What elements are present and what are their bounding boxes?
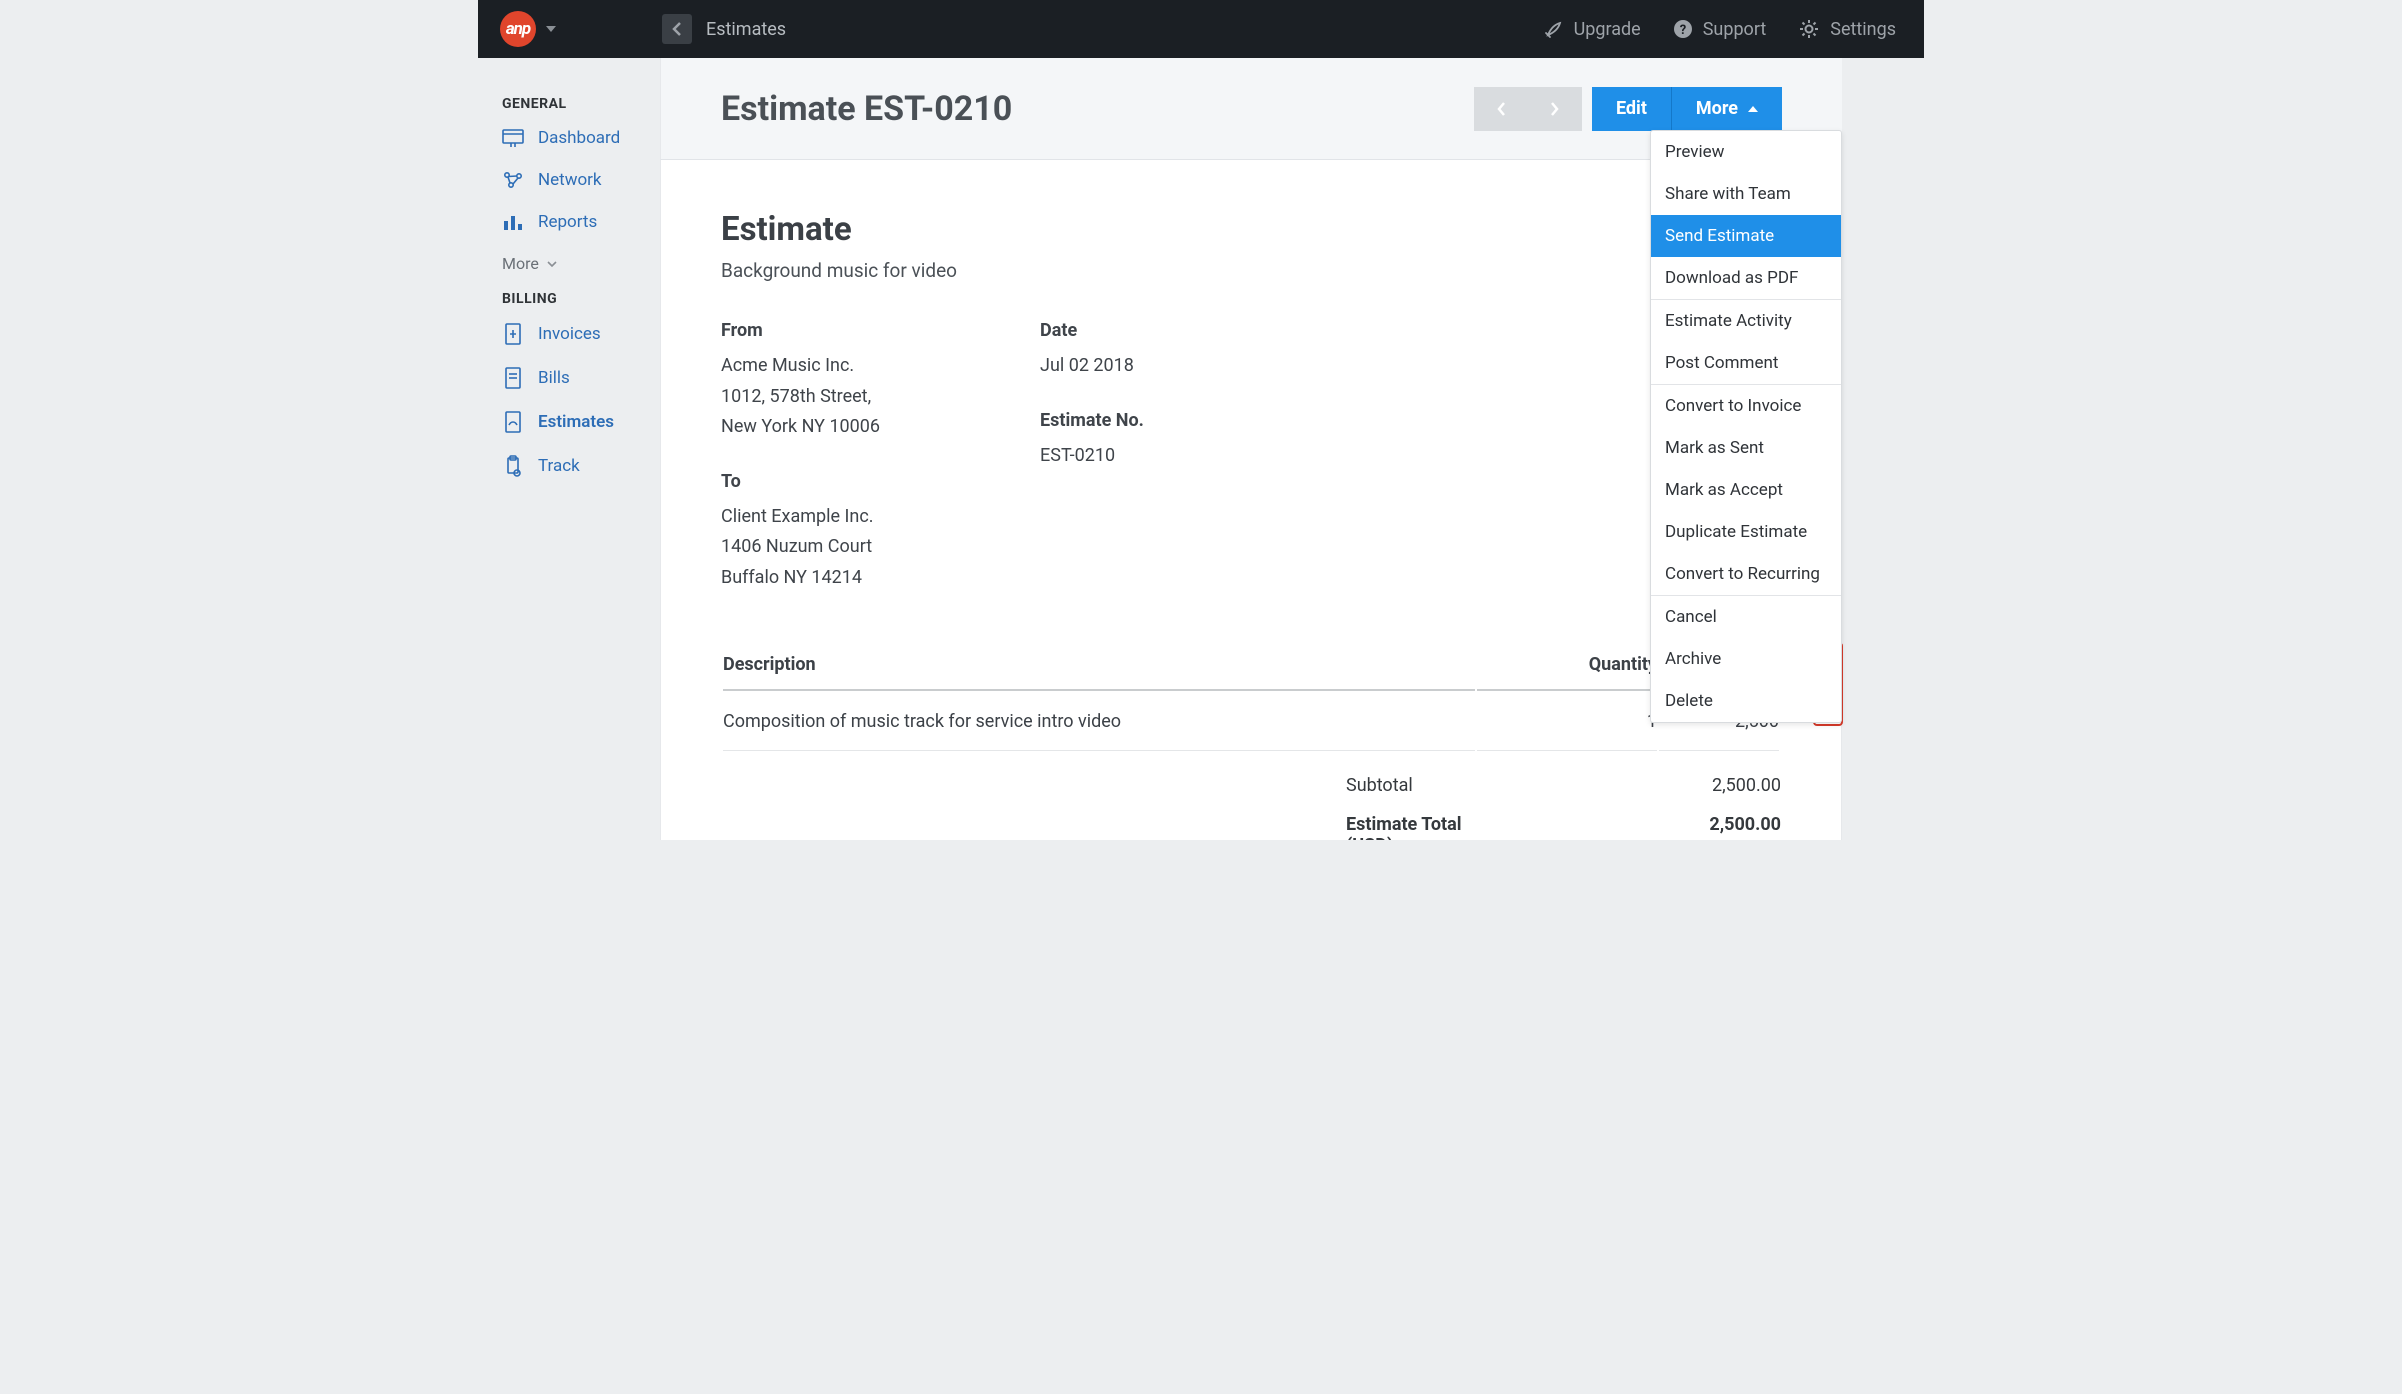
- sidebar-heading-general: GENERAL: [502, 96, 660, 112]
- prev-estimate-button[interactable]: [1474, 87, 1528, 131]
- more-menu: Preview Share with Team Send Estimate Do…: [1650, 130, 1842, 723]
- date-label: Date: [1040, 320, 1144, 341]
- chevron-left-icon: [1496, 101, 1506, 117]
- col-quantity: Quantity: [1477, 654, 1657, 691]
- menu-duplicate[interactable]: Duplicate Estimate: [1651, 511, 1841, 553]
- subtotal-label: Subtotal: [721, 775, 1471, 796]
- sidebar-item-estimates[interactable]: Estimates: [502, 411, 660, 433]
- menu-comment[interactable]: Post Comment: [1651, 342, 1841, 384]
- menu-mark-accept[interactable]: Mark as Accept: [1651, 469, 1841, 511]
- back-button[interactable]: [662, 14, 692, 44]
- menu-mark-sent[interactable]: Mark as Sent: [1651, 427, 1841, 469]
- sidebar-item-invoices[interactable]: Invoices: [502, 323, 660, 345]
- sidebar-more[interactable]: More: [502, 254, 660, 273]
- menu-cancel[interactable]: Cancel: [1651, 596, 1841, 638]
- menu-activity[interactable]: Estimate Activity: [1651, 300, 1841, 342]
- org-switcher-chevron-icon[interactable]: [546, 26, 556, 32]
- sidebar-heading-billing: BILLING: [502, 291, 660, 307]
- sidebar-item-track[interactable]: Track: [502, 455, 660, 477]
- menu-share[interactable]: Share with Team: [1651, 173, 1841, 215]
- menu-recurring[interactable]: Convert to Recurring: [1651, 553, 1841, 595]
- date-value: Jul 02 2018: [1040, 351, 1144, 382]
- chevron-up-icon: [1748, 106, 1758, 112]
- estimates-icon: [502, 411, 524, 433]
- menu-preview[interactable]: Preview: [1651, 131, 1841, 173]
- cell-quantity: 1: [1477, 693, 1657, 751]
- from-addr2: New York NY 10006: [721, 412, 880, 443]
- settings-link[interactable]: Settings: [1798, 18, 1896, 40]
- menu-archive[interactable]: Archive: [1651, 638, 1841, 680]
- help-icon: ?: [1673, 19, 1693, 39]
- track-icon: [502, 455, 524, 477]
- to-addr1: 1406 Nuzum Court: [721, 532, 880, 563]
- reports-icon: [502, 213, 524, 231]
- from-label: From: [721, 320, 880, 341]
- table-row: Composition of music track for service i…: [723, 693, 1779, 751]
- from-name: Acme Music Inc.: [721, 351, 880, 382]
- chevron-down-icon: [547, 261, 557, 267]
- sidebar-item-dashboard[interactable]: Dashboard: [502, 128, 660, 148]
- next-estimate-button[interactable]: [1528, 87, 1582, 131]
- sidebar-item-bills[interactable]: Bills: [502, 367, 660, 389]
- from-addr1: 1012, 578th Street,: [721, 382, 880, 413]
- to-name: Client Example Inc.: [721, 502, 880, 533]
- page-title: Estimate EST-0210: [721, 89, 1012, 129]
- chevron-right-icon: [1550, 101, 1560, 117]
- subtotal-value: 2,500.00: [1671, 775, 1781, 796]
- edit-button[interactable]: Edit: [1592, 87, 1671, 131]
- total-value: 2,500.00: [1671, 814, 1781, 840]
- invoices-icon: [502, 323, 524, 345]
- sidebar: GENERAL Dashboard Network Reports More B…: [478, 58, 660, 840]
- to-addr2: Buffalo NY 14214: [721, 563, 880, 594]
- rocket-icon: [1544, 19, 1564, 39]
- chevron-left-icon: [672, 22, 682, 36]
- menu-to-invoice[interactable]: Convert to Invoice: [1651, 385, 1841, 427]
- breadcrumb[interactable]: Estimates: [706, 19, 786, 40]
- svg-text:?: ?: [1680, 23, 1686, 38]
- dashboard-icon: [502, 129, 524, 147]
- line-items-table: Description Quantity R Composition of mu…: [721, 652, 1781, 753]
- bills-icon: [502, 367, 524, 389]
- estno-value: EST-0210: [1040, 441, 1144, 472]
- to-label: To: [721, 471, 880, 492]
- support-link[interactable]: ? Support: [1673, 19, 1767, 40]
- topbar: anp Estimates Upgrade ? Support Settings: [478, 0, 1924, 58]
- doc-subtitle: Background music for video: [721, 259, 1781, 282]
- gear-icon: [1798, 18, 1820, 40]
- upgrade-link[interactable]: Upgrade: [1544, 19, 1641, 40]
- network-icon: [502, 171, 524, 189]
- estno-label: Estimate No.: [1040, 410, 1144, 431]
- menu-pdf[interactable]: Download as PDF: [1651, 257, 1841, 299]
- cell-description: Composition of music track for service i…: [723, 693, 1475, 751]
- sidebar-item-network[interactable]: Network: [502, 170, 660, 190]
- app-logo[interactable]: anp: [500, 11, 536, 47]
- menu-send[interactable]: Send Estimate: [1651, 215, 1841, 257]
- sidebar-item-reports[interactable]: Reports: [502, 212, 660, 232]
- col-description: Description: [723, 654, 1475, 691]
- menu-delete[interactable]: Delete: [1651, 680, 1841, 722]
- total-label: Estimate Total (USD): [721, 814, 1471, 840]
- more-button[interactable]: More: [1671, 87, 1782, 131]
- doc-heading: Estimate: [721, 210, 1781, 249]
